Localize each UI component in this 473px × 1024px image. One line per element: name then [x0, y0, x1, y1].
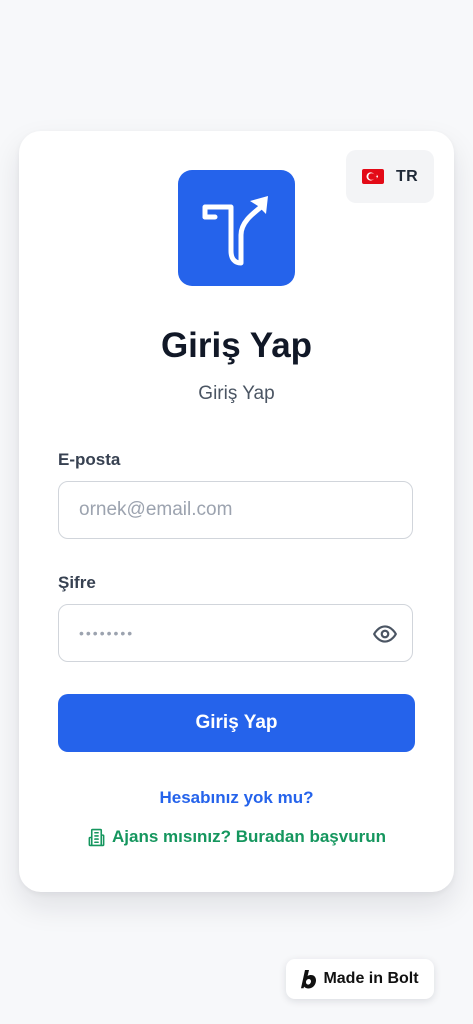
password-masked-value: ••••••••: [79, 625, 135, 641]
email-label: E-posta: [58, 450, 121, 469]
register-link[interactable]: Hesabınız yok mu?: [19, 786, 454, 810]
email-field[interactable]: [59, 482, 412, 538]
language-code: TR: [396, 167, 418, 185]
agency-apply-link[interactable]: Ajans mısınız? Buradan başvurun: [19, 825, 454, 849]
password-field[interactable]: ••••••••: [58, 604, 413, 662]
bolt-logo-icon: [301, 969, 317, 989]
login-button[interactable]: Giriş Yap: [58, 694, 415, 752]
login-card: TR Giriş Yap Giriş Yap E-posta Şifre •••…: [19, 131, 454, 892]
building-icon: [87, 828, 106, 847]
email-field-wrapper: [58, 481, 413, 539]
page-subtitle: Giriş Yap: [198, 383, 275, 404]
made-in-bolt-label: Made in Bolt: [323, 970, 419, 987]
made-in-bolt-badge[interactable]: Made in Bolt: [286, 959, 434, 999]
page-title: Giriş Yap: [160, 326, 313, 365]
language-selector[interactable]: TR: [346, 150, 434, 203]
eye-icon[interactable]: [372, 621, 398, 647]
password-label: Şifre: [58, 573, 96, 592]
agency-link-label: Ajans mısınız? Buradan başvurun: [112, 827, 386, 846]
route-arrow-logo-icon: [178, 170, 295, 286]
turkey-flag-icon: [362, 169, 385, 184]
